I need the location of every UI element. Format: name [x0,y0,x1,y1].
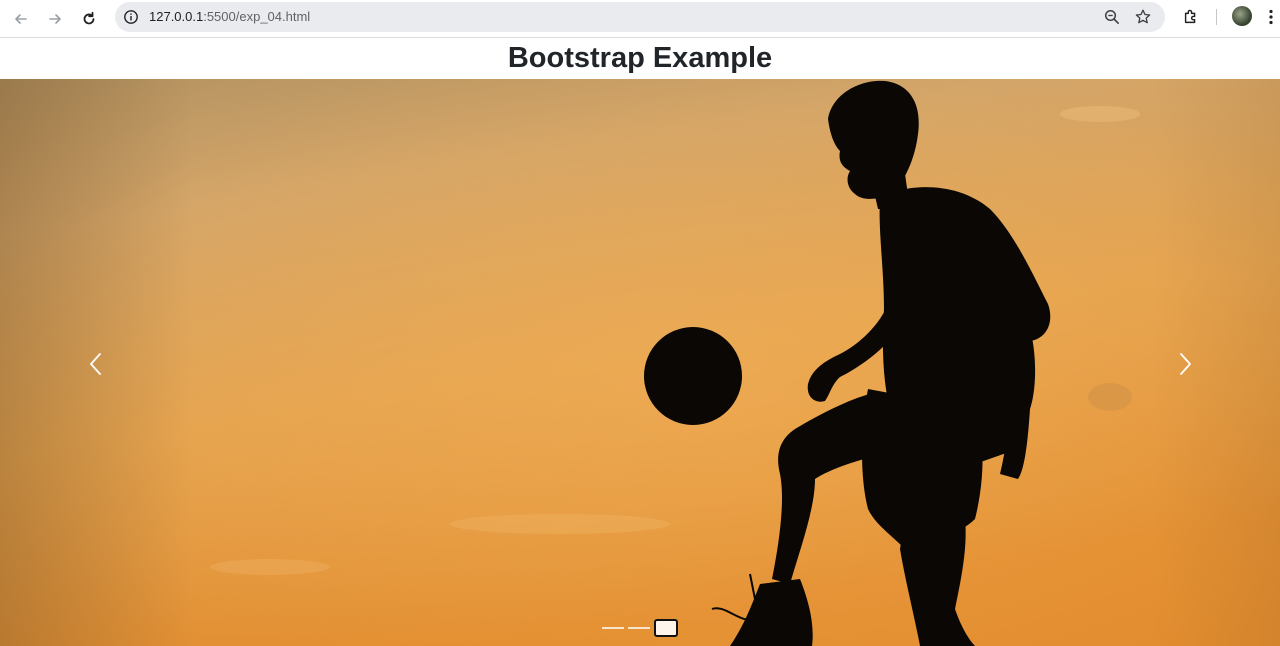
extensions-button[interactable] [1180,6,1202,28]
menu-button[interactable] [1264,6,1278,28]
ball-silhouette [644,327,742,425]
prev-chevron-icon [90,353,101,375]
carousel-indicator-1[interactable] [602,627,624,629]
menu-kebab-icon [1269,9,1273,25]
extensions-puzzle-icon [1184,9,1196,24]
page-title: Bootstrap Example [507,42,773,74]
carousel-indicator-2[interactable] [628,627,650,629]
address-bar[interactable]: 127.0.0.1:5500/exp_04.html [115,2,1165,32]
carousel-next-button[interactable] [1155,324,1215,404]
url-text[interactable]: 127.0.0.1:5500/exp_04.html [149,9,310,24]
next-chevron-icon [1180,353,1191,375]
profile-avatar[interactable] [1232,6,1252,26]
carousel-indicator-3[interactable] [654,619,678,637]
carousel-prev-button[interactable] [66,324,126,404]
zoom-icon[interactable] [1103,8,1121,26]
reload-icon [83,11,95,25]
image-carousel [0,79,1280,646]
site-info-icon[interactable] [123,9,139,25]
forward-button[interactable] [42,6,68,32]
carousel-indicators [0,618,1280,638]
url-path: :5500/exp_04.html [203,9,311,24]
carousel-slide-image [0,79,1280,646]
back-arrow-icon [15,14,27,24]
browser-toolbar: 127.0.0.1:5500/exp_04.html [0,0,1280,38]
bookmark-star-icon[interactable] [1134,8,1152,26]
url-host: 127.0.0.1 [149,9,204,24]
back-button[interactable] [8,6,34,32]
reload-button[interactable] [76,6,102,32]
forward-arrow-icon [49,14,61,24]
toolbar-separator [1216,9,1217,25]
